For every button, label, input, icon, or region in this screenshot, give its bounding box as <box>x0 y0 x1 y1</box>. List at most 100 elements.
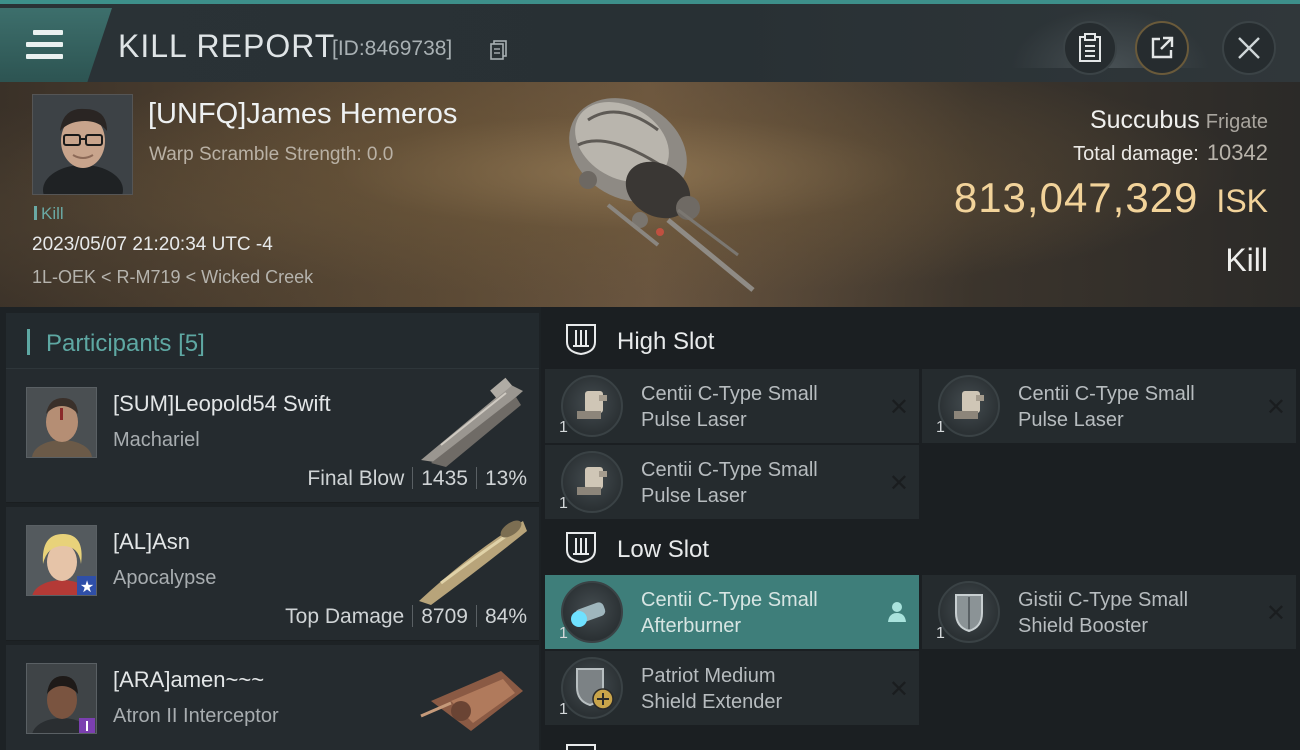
module-name-line2: Pulse Laser <box>1018 409 1124 431</box>
participant-ship[interactable]: Atron II Interceptor <box>113 705 279 728</box>
total-damage: Total damage: 10342 <box>1073 140 1268 166</box>
victim-ship-info: Succubus Frigate <box>1090 106 1268 135</box>
victim-name[interactable]: [UNFQ]James Hemeros <box>148 98 457 131</box>
module-name-line1: Centii C-Type Small <box>641 383 818 405</box>
title-bar: KILL REPORT [ID:8469738] <box>0 0 1300 82</box>
kill-datetime: 2023/05/07 21:20:34 UTC -4 <box>32 234 273 255</box>
close-icon <box>1238 37 1260 59</box>
module-item[interactable]: 1 Centii C-Type Small Pulse Laser ✕ <box>545 369 919 443</box>
module-name: Gistii C-Type Small Shield Booster <box>1018 587 1188 639</box>
participant-avatar[interactable] <box>26 387 97 458</box>
participant-percent: 84% <box>484 605 527 628</box>
participant-role: Top Damage <box>285 605 405 628</box>
participant-avatar[interactable] <box>26 663 97 734</box>
module-qty: 1 <box>559 419 568 436</box>
module-qty: 1 <box>559 495 568 512</box>
participant-ship-image <box>421 377 523 467</box>
high-slot-header: High Slot <box>545 309 1300 371</box>
high-slot-icon <box>566 324 596 356</box>
mid-slot-icon <box>566 744 596 750</box>
mid-slot-header-partial <box>545 729 1300 750</box>
participant-row[interactable]: ★ [AL]Asn Apocalypse Top Damage 8709 84% <box>6 507 539 641</box>
offline-x-icon: ✕ <box>1265 599 1286 627</box>
participant-stats: Final Blow 1435 13% <box>307 467 527 491</box>
person-icon[interactable] <box>887 601 907 623</box>
module-name: Centii C-Type Small Pulse Laser <box>1018 381 1195 433</box>
victim-ship-image[interactable] <box>548 90 768 300</box>
victim-ship-name[interactable]: Succubus <box>1090 106 1200 134</box>
module-name: Centii C-Type Small Pulse Laser <box>641 457 818 509</box>
participant-ship[interactable]: Apocalypse <box>113 567 216 590</box>
offline-x-icon: ✕ <box>888 393 909 421</box>
isk-amount: 813,047,329 <box>953 174 1199 221</box>
module-item[interactable]: 1 Centii C-Type Small Pulse Laser ✕ <box>922 369 1296 443</box>
shield-booster-icon <box>938 581 1000 643</box>
participant-name[interactable]: [AL]Asn <box>113 529 190 555</box>
menu-button[interactable] <box>0 8 112 82</box>
module-item[interactable]: 1 Patriot Medium Shield Extender ✕ <box>545 651 919 725</box>
module-name-line1: Centii C-Type Small <box>641 589 818 611</box>
module-name: Patriot Medium Shield Extender <box>641 663 782 715</box>
svg-text:★: ★ <box>80 577 94 596</box>
clipboard-button[interactable] <box>1063 21 1117 75</box>
module-name-line2: Shield Extender <box>641 691 783 713</box>
total-damage-value: 10342 <box>1206 140 1268 165</box>
module-name-line1: Patriot Medium <box>641 665 776 687</box>
participant-damage: 8709 <box>421 605 468 628</box>
module-qty: 1 <box>559 625 568 642</box>
low-slot-icon <box>566 532 596 564</box>
isk-unit: ISK <box>1216 183 1268 219</box>
participant-name[interactable]: [SUM]Leopold54 Swift <box>113 391 331 417</box>
afterburner-icon <box>561 581 623 643</box>
participant-ship-image <box>419 520 527 605</box>
participant-ship[interactable]: Machariel <box>113 429 200 452</box>
module-name-line1: Gistii C-Type Small <box>1018 589 1189 611</box>
module-qty: 1 <box>936 419 945 436</box>
copy-icon[interactable] <box>490 40 508 60</box>
low-slot-label: Low Slot <box>617 536 710 563</box>
participants-header: Participants [5] <box>6 313 539 369</box>
pulse-laser-icon <box>938 375 1000 437</box>
share-button[interactable] <box>1135 21 1189 75</box>
shield-extender-icon <box>561 657 623 719</box>
hamburger-icon <box>26 30 63 66</box>
divider <box>412 467 414 489</box>
module-name-line2: Shield Booster <box>1018 615 1149 637</box>
module-name: Centii C-Type Small Pulse Laser <box>641 381 818 433</box>
isk-value: 813,047,329 ISK <box>954 174 1268 222</box>
fitting-panel: High Slot 1 Centii C-Type Small Pulse Las… <box>541 307 1300 750</box>
module-item[interactable]: 1 Centii C-Type Small Pulse Laser ✕ <box>545 445 919 519</box>
participant-ship-image <box>420 671 523 731</box>
divider <box>412 605 414 627</box>
high-slot-label: High Slot <box>617 328 715 355</box>
module-name-line2: Pulse Laser <box>641 485 747 507</box>
module-qty: 1 <box>936 625 945 642</box>
pulse-laser-icon <box>561 375 623 437</box>
module-qty: 1 <box>559 701 568 718</box>
close-button[interactable] <box>1222 21 1276 75</box>
pulse-laser-icon <box>561 451 623 513</box>
kill-tag: Kill <box>34 204 64 224</box>
participant-damage: 1435 <box>421 467 468 490</box>
participants-count: [5] <box>178 330 205 357</box>
report-id: [ID:8469738] <box>332 37 453 60</box>
clipboard-icon <box>1079 33 1101 62</box>
module-name-line2: Pulse Laser <box>641 409 747 431</box>
participant-percent: 13% <box>484 467 527 490</box>
module-name-line1: Centii C-Type Small <box>641 459 818 481</box>
divider <box>475 605 477 627</box>
participant-row[interactable]: [SUM]Leopold54 Swift Machariel Final Blo… <box>6 369 539 503</box>
offline-x-icon: ✕ <box>888 469 909 497</box>
module-name-line2: Afterburner <box>641 615 742 637</box>
participant-name[interactable]: [ARA]amen~~~ <box>113 667 264 693</box>
share-icon <box>1151 36 1174 59</box>
module-item-selected[interactable]: 1 Centii C-Type Small Afterburner <box>545 575 919 649</box>
kill-location[interactable]: 1L-OEK < R-M719 < Wicked Creek <box>32 267 313 288</box>
participants-label: Participants <box>46 330 172 357</box>
participants-panel: Participants [5] [SUM]Leopold54 Swift Ma… <box>0 307 541 750</box>
low-slot-header: Low Slot <box>545 517 1300 579</box>
module-item[interactable]: 1 Gistii C-Type Small Shield Booster ✕ <box>922 575 1296 649</box>
victim-avatar[interactable] <box>32 94 133 195</box>
participant-avatar[interactable]: ★ <box>26 525 97 596</box>
participant-row[interactable]: [ARA]amen~~~ Atron II Interceptor <box>6 645 539 750</box>
